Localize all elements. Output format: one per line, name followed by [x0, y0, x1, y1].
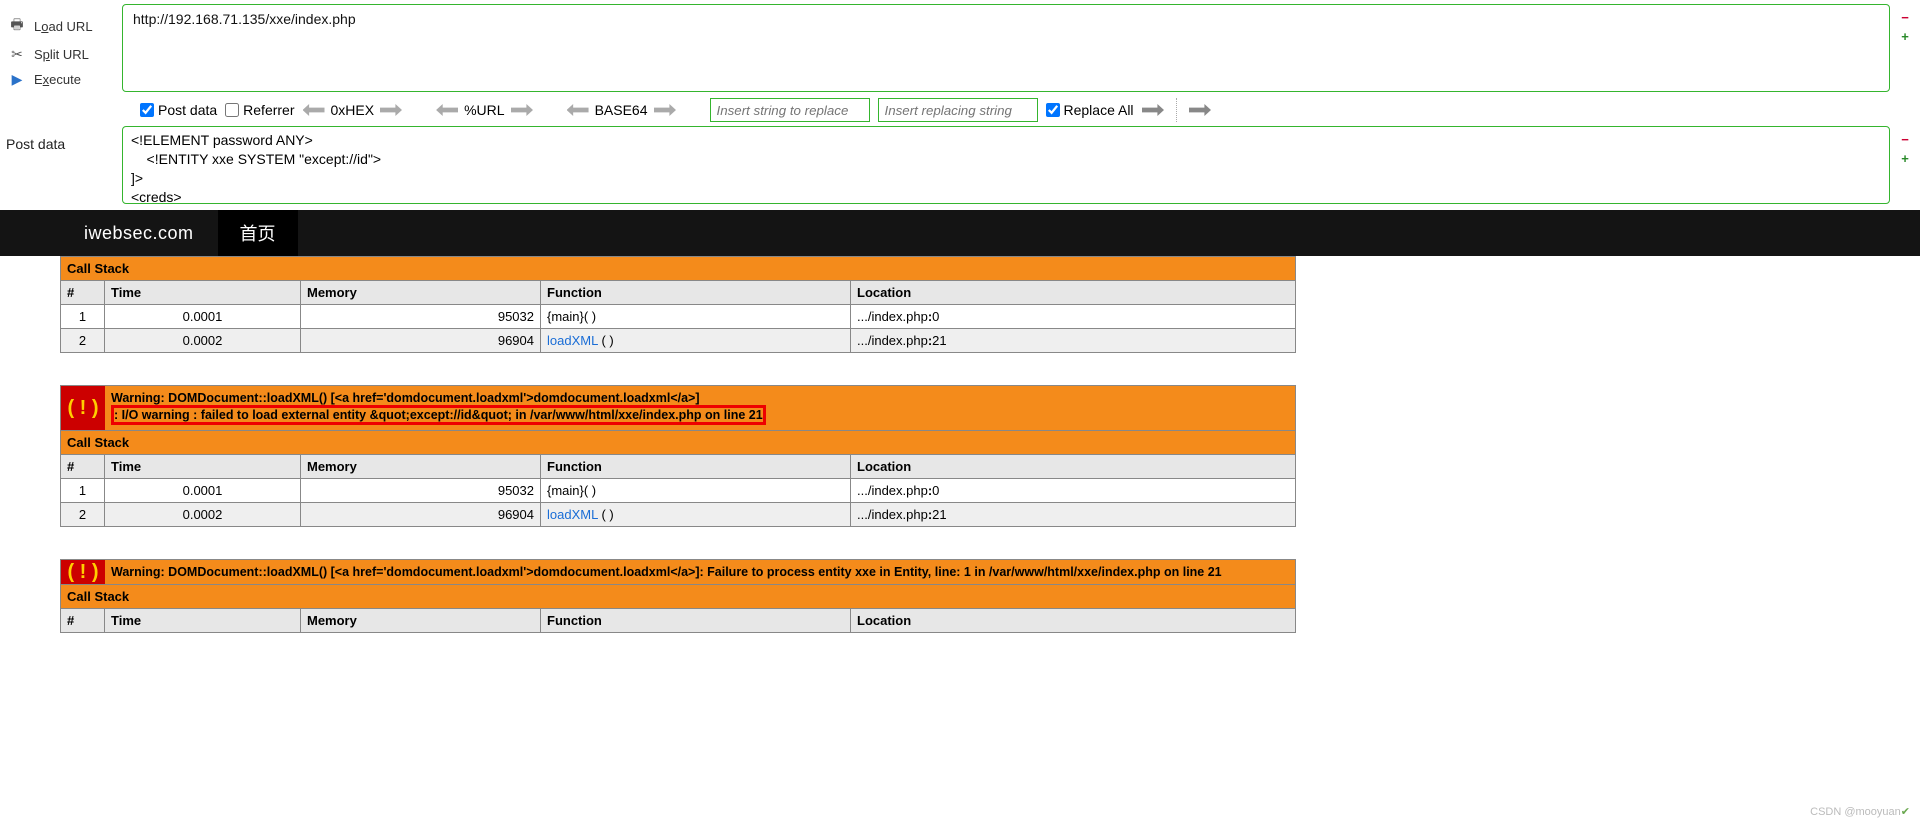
plus-icon-2[interactable]: +: [1901, 151, 1909, 166]
b64-label: BASE64: [591, 102, 652, 118]
warning-bang-icon: ( ! ): [61, 560, 105, 584]
b64-encode-icon[interactable]: [654, 104, 676, 116]
execute-label: Execute: [34, 72, 81, 87]
hex-label: 0xHEX: [327, 102, 379, 118]
col-time: Time: [105, 281, 301, 305]
loadxml-link[interactable]: loadXML: [547, 507, 598, 522]
load-url-label: Load URL: [34, 19, 93, 34]
xdebug-table-1: Call Stack # Time Memory Function Locati…: [60, 256, 1296, 353]
play-icon: ▶: [8, 71, 26, 88]
nav-home[interactable]: 首页: [218, 210, 298, 256]
load-icon: 🖶: [8, 14, 26, 38]
xdebug-table-2: ( ! ) Warning: DOMDocument::loadXML() [<…: [60, 385, 1296, 527]
col-num: #: [61, 281, 105, 305]
loadxml-link[interactable]: loadXML: [547, 333, 598, 348]
callstack-header: Call Stack: [61, 431, 1296, 455]
callstack-header: Call Stack: [61, 585, 1296, 609]
postdata-input[interactable]: <!ELEMENT password ANY> <!ENTITY xxe SYS…: [122, 126, 1890, 204]
minus-icon-2[interactable]: −: [1901, 132, 1909, 147]
split-url-label: Split URL: [34, 47, 89, 62]
replaceall-checkbox[interactable]: Replace All: [1046, 102, 1134, 118]
url-label: %URL: [460, 102, 508, 118]
referrer-checkbox[interactable]: Referrer: [225, 102, 294, 118]
highlighted-error: : I/O warning : failed to load external …: [111, 405, 766, 425]
hex-encode-icon[interactable]: [380, 104, 402, 116]
site-brand: iwebsec.com: [60, 210, 218, 256]
execute-action[interactable]: ▶ Execute: [6, 67, 116, 92]
table-row: 10.000195032{main}( ).../index.php:0: [61, 305, 1296, 329]
replace-go2-icon[interactable]: [1189, 104, 1211, 116]
col-func: Function: [541, 281, 851, 305]
minus-icon[interactable]: −: [1901, 10, 1909, 25]
url-decode-icon[interactable]: [436, 104, 458, 116]
split-url-action[interactable]: ✂ Split URL: [6, 42, 116, 67]
scissors-icon: ✂: [8, 46, 26, 63]
url-input[interactable]: http://192.168.71.135/xxe/index.php: [122, 4, 1890, 92]
replace-with-input[interactable]: [878, 98, 1038, 122]
hex-decode-icon[interactable]: [303, 104, 325, 116]
col-mem: Memory: [301, 281, 541, 305]
warning-bang-icon: ( ! ): [61, 386, 105, 430]
plus-icon[interactable]: +: [1901, 29, 1909, 44]
col-loc: Location: [851, 281, 1296, 305]
warning-message: Warning: DOMDocument::loadXML() [<a href…: [105, 560, 1295, 584]
divider: [1176, 98, 1177, 122]
postdata-label: Post data: [6, 126, 116, 204]
watermark: CSDN @mooyuan✔: [1810, 805, 1910, 818]
table-row: 20.000296904loadXML ( ).../index.php:21: [61, 329, 1296, 353]
load-url-action[interactable]: 🖶 Load URL: [6, 10, 116, 42]
callstack-header: Call Stack: [61, 257, 1296, 281]
replace-find-input[interactable]: [710, 98, 870, 122]
xdebug-table-3: ( ! ) Warning: DOMDocument::loadXML() [<…: [60, 559, 1296, 633]
replace-go-icon[interactable]: [1142, 104, 1164, 116]
postdata-checkbox[interactable]: Post data: [140, 102, 217, 118]
warning-message: Warning: DOMDocument::loadXML() [<a href…: [105, 386, 1295, 430]
table-row: 10.000195032{main}( ).../index.php:0: [61, 479, 1296, 503]
url-encode-icon[interactable]: [511, 104, 533, 116]
b64-decode-icon[interactable]: [567, 104, 589, 116]
table-row: 20.000296904loadXML ( ).../index.php:21: [61, 503, 1296, 527]
